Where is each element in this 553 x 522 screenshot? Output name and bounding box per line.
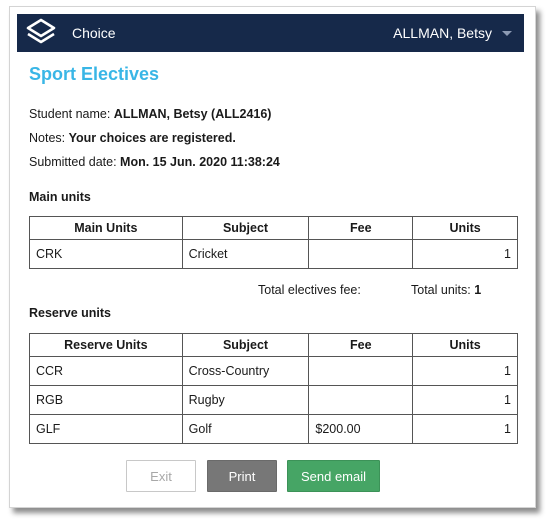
unit-code-cell: GLF bbox=[29, 414, 183, 444]
total-units: Total units: 1 bbox=[411, 283, 481, 297]
fee-cell bbox=[308, 385, 414, 415]
notes-line: Notes: Your choices are registered. bbox=[29, 131, 236, 145]
unit-code-cell: CRK bbox=[29, 239, 183, 269]
notes-label: Notes: bbox=[29, 131, 66, 145]
units-cell: 1 bbox=[412, 239, 518, 269]
caret-down-icon bbox=[502, 30, 512, 36]
top-navigation-bar: Choice ALLMAN, Betsy bbox=[17, 14, 524, 52]
total-units-value: 1 bbox=[474, 283, 482, 297]
subject-cell: Rugby bbox=[181, 385, 310, 415]
column-header: Units bbox=[412, 216, 518, 240]
main-units-heading: Main units bbox=[29, 190, 91, 204]
column-header: Subject bbox=[181, 216, 310, 240]
student-name-label: Student name: bbox=[29, 107, 111, 121]
column-header: Reserve Units bbox=[29, 333, 183, 357]
subject-cell: Cricket bbox=[181, 239, 310, 269]
notes-value: Your choices are registered. bbox=[68, 131, 236, 145]
user-name: ALLMAN, Betsy bbox=[393, 25, 492, 41]
submitted-date-label: Submitted date: bbox=[29, 155, 117, 169]
exit-button[interactable]: Exit bbox=[126, 460, 196, 492]
stacked-layers-icon[interactable] bbox=[25, 17, 57, 49]
units-cell: 1 bbox=[412, 356, 518, 386]
table-row: RGB Rugby 1 bbox=[29, 385, 518, 415]
page-title: Sport Electives bbox=[29, 64, 160, 84]
column-header: Subject bbox=[181, 333, 310, 357]
send-email-button[interactable]: Send email bbox=[287, 460, 380, 492]
app-title: Choice bbox=[72, 25, 116, 41]
table-row: CCR Cross-Country 1 bbox=[29, 356, 518, 386]
subject-cell: Cross-Country bbox=[181, 356, 310, 386]
table-header-row: Reserve Units Subject Fee Units bbox=[29, 333, 518, 357]
reserve-units-heading: Reserve units bbox=[29, 306, 111, 320]
unit-code-cell: RGB bbox=[29, 385, 183, 415]
submitted-date-value: Mon. 15 Jun. 2020 11:38:24 bbox=[120, 155, 280, 169]
column-header: Fee bbox=[308, 333, 414, 357]
fee-cell bbox=[308, 356, 414, 386]
fee-cell bbox=[308, 239, 414, 269]
unit-code-cell: CCR bbox=[29, 356, 183, 386]
table-header-row: Main Units Subject Fee Units bbox=[29, 216, 518, 240]
user-menu[interactable]: ALLMAN, Betsy bbox=[393, 25, 512, 41]
submitted-date-line: Submitted date: Mon. 15 Jun. 2020 11:38:… bbox=[29, 155, 280, 169]
total-fee-label: Total electives fee: bbox=[258, 283, 361, 297]
student-name-value: ALLMAN, Betsy (ALL2416) bbox=[113, 107, 272, 121]
column-header: Main Units bbox=[29, 216, 183, 240]
choice-window: Choice ALLMAN, Betsy Sport Electives Stu… bbox=[9, 6, 536, 508]
units-cell: 1 bbox=[412, 414, 518, 444]
main-units-table: Main Units Subject Fee Units CRK Cricket… bbox=[29, 216, 518, 269]
reserve-units-table: Reserve Units Subject Fee Units CCR Cros… bbox=[29, 333, 518, 444]
table-row: CRK Cricket 1 bbox=[29, 239, 518, 269]
print-button[interactable]: Print bbox=[207, 460, 277, 492]
fee-cell: $200.00 bbox=[308, 414, 414, 444]
table-row: GLF Golf $200.00 1 bbox=[29, 414, 518, 444]
column-header: Units bbox=[412, 333, 518, 357]
student-name-line: Student name: ALLMAN, Betsy (ALL2416) bbox=[29, 107, 271, 121]
subject-cell: Golf bbox=[181, 414, 310, 444]
units-cell: 1 bbox=[412, 385, 518, 415]
column-header: Fee bbox=[308, 216, 414, 240]
total-units-label: Total units: bbox=[411, 283, 471, 297]
